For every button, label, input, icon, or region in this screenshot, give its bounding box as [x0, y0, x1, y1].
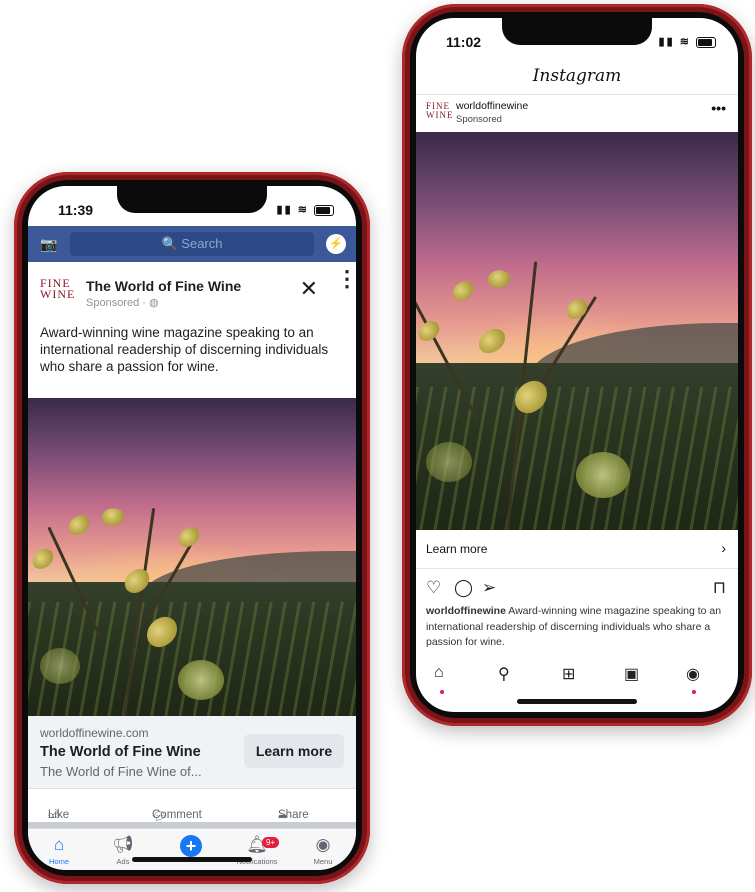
image-grape-cluster [178, 660, 224, 700]
learn-more-bar[interactable]: Learn more › [416, 530, 738, 569]
nav-home-label: Home [48, 857, 69, 866]
image-leaf [175, 524, 203, 550]
nav-menu[interactable]: ◉ Menu [298, 835, 348, 866]
profile-indicator-dot [692, 690, 696, 694]
search-input[interactable]: 🔍 Search [70, 232, 314, 256]
battery-icon [696, 36, 716, 48]
share-label: Share [278, 809, 309, 821]
wifi-icon: ≋ [297, 204, 309, 216]
learn-more-button[interactable]: Learn more [244, 734, 344, 768]
profile-icon[interactable]: ◉ [686, 664, 700, 684]
image-grape-cluster [40, 648, 80, 684]
app-title: Instagram [416, 58, 738, 95]
home-icon: ⌂ [53, 835, 65, 854]
camera-icon[interactable]: 📷 [40, 236, 57, 253]
link-title: The World of Fine Wine [40, 744, 201, 760]
post-image[interactable] [416, 132, 738, 530]
heart-icon[interactable]: ♡ [426, 578, 441, 598]
home-icon[interactable]: ⌂ [434, 664, 444, 682]
page-name[interactable]: The World of Fine Wine [86, 278, 241, 294]
nav-home[interactable]: ⌂ Home [34, 835, 84, 866]
post-header: FINE WINE worldoffinewine Sponsored ••• [416, 94, 738, 130]
instagram-phone: 11:02 ▮▮ ≋ Instagram FINE WINE worldoffi… [402, 4, 752, 726]
home-indicator [132, 857, 252, 862]
learn-more-label: Learn more [426, 542, 488, 556]
link-preview[interactable]: worldoffinewine.com The World of Fine Wi… [28, 716, 356, 788]
bookmark-icon[interactable]: ⊓ [713, 578, 726, 598]
bottom-nav: ⌂ Home 📢︎ Ads + 🔔︎ 9+ Notifications ◉ Me… [28, 828, 356, 870]
search-icon[interactable]: ⚲ [498, 664, 510, 684]
page-logo[interactable]: FINE WINE [40, 277, 80, 300]
post-action-icons: ♡ ◯ ➢ ⊓ [416, 574, 738, 604]
comment-label: Comment [152, 809, 202, 821]
image-grape-cluster [576, 452, 630, 498]
image-leaf [416, 318, 443, 344]
image-leaf [65, 512, 93, 538]
notification-badge: 9+ [262, 837, 280, 848]
search-placeholder: Search [181, 236, 223, 251]
megaphone-icon: 📢︎ [112, 835, 134, 854]
signal-icon: ▮▮ [658, 36, 675, 48]
status-icons: ▮▮ ≋ [659, 35, 716, 48]
signal-icon: ▮▮ [276, 204, 293, 216]
sponsored-label: Sponsored [456, 114, 502, 125]
account-name[interactable]: worldoffinewine [456, 100, 528, 112]
caption-username[interactable]: worldoffinewine [426, 605, 506, 617]
facebook-top-bar: 📷 🔍 Search ⚡ [28, 226, 356, 262]
chevron-right-icon: › [721, 540, 726, 556]
plus-icon: + [180, 835, 202, 857]
send-icon[interactable]: ➢ [482, 578, 496, 598]
instagram-screen: 11:02 ▮▮ ≋ Instagram FINE WINE worldoffi… [416, 18, 738, 712]
home-indicator [517, 699, 637, 704]
nav-menu-label: Menu [313, 857, 333, 866]
post-actions: 👍︎ Like 💬︎ Comment ➦ Share [28, 788, 356, 823]
more-options-icon[interactable]: ⋮ [336, 268, 356, 290]
globe-icon: ◍ [148, 297, 159, 309]
like-label: Like [48, 809, 70, 821]
wifi-icon: ≋ [679, 36, 691, 48]
post-image[interactable] [28, 398, 356, 716]
image-leaf [100, 505, 126, 529]
image-grape-cluster [426, 442, 472, 482]
image-leaf [449, 278, 477, 304]
bottom-nav: ⌂ ⚲ ⊞ ▣ ◉ [416, 658, 738, 702]
post-header: FINE WINE The World of Fine Wine Sponsor… [28, 268, 356, 316]
home-indicator-dot [440, 690, 444, 694]
status-icons: ▮▮ ≋ [277, 203, 334, 216]
sponsored-label: Sponsored · ◍ [86, 296, 159, 309]
post-caption: worldoffinewine Award-winning wine magaz… [426, 604, 730, 651]
close-icon[interactable]: ✕ [300, 276, 318, 302]
status-time: 11:02 [446, 34, 482, 50]
facebook-screen: 11:39 ▮▮ ≋ 📷 🔍 Search ⚡ FINE WINE The Wo… [28, 186, 356, 870]
image-leaf [563, 296, 591, 322]
phone-notch [502, 18, 652, 45]
nav-create[interactable]: + [166, 835, 216, 857]
phone-notch [117, 186, 267, 213]
post-text: Award-winning wine magazine speaking to … [40, 325, 329, 374]
battery-icon [314, 204, 334, 216]
status-time: 11:39 [58, 202, 94, 218]
sponsored-text: Sponsored · [86, 297, 149, 309]
messenger-icon[interactable]: ⚡ [326, 234, 346, 254]
new-post-icon[interactable]: ⊞ [562, 664, 575, 684]
link-description: The World of Fine Wine of... [40, 764, 202, 779]
comment-icon[interactable]: ◯ [454, 578, 473, 598]
link-domain: worldoffinewine.com [40, 726, 149, 740]
image-leaf [29, 546, 57, 572]
reels-icon[interactable]: ▣ [624, 664, 639, 684]
nav-ads-label: Ads [116, 857, 130, 866]
image-leaf [475, 325, 509, 357]
image-leaf [486, 267, 512, 291]
more-options-icon[interactable]: ••• [711, 100, 726, 116]
profile-icon: ◉ [315, 835, 331, 854]
facebook-phone: 11:39 ▮▮ ≋ 📷 🔍 Search ⚡ FINE WINE The Wo… [14, 172, 370, 884]
